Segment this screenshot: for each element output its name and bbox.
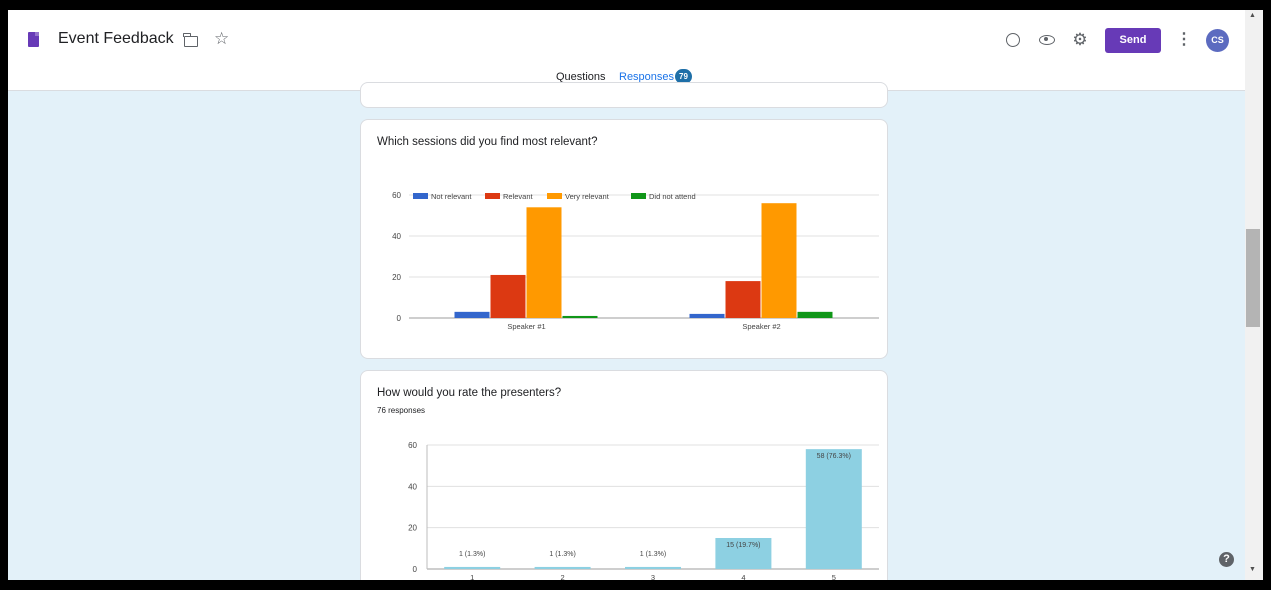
legend-swatch	[547, 193, 562, 199]
bar	[689, 313, 725, 318]
y-tick-label: 0	[397, 314, 402, 323]
scrollbar-thumb[interactable]	[1246, 229, 1260, 327]
question-card-rating: How would you rate the presenters? 76 re…	[360, 370, 888, 580]
sessions-chart: 0 20 40 60 Speaker #1 Speaker #2 Not relevant R…	[392, 191, 879, 331]
y-tick-label: 20	[408, 524, 417, 533]
data-label: 15 (19.7%)	[726, 542, 760, 549]
folder-icon[interactable]	[183, 33, 198, 47]
x-tick-label: Speaker #2	[742, 322, 780, 331]
responses-count: 76 responses	[377, 406, 426, 415]
x-tick-label: 5	[832, 573, 836, 580]
legend-label: Very relevant	[565, 192, 610, 201]
scroll-down-arrow-icon[interactable]: ▼	[1249, 566, 1256, 573]
bar	[526, 207, 562, 318]
forms-doc-icon[interactable]	[28, 32, 39, 47]
bar	[454, 311, 490, 318]
x-tick-label: Speaker #1	[507, 322, 545, 331]
rating-chart: 0 20 40 60 1 (1.3%) 1 1 (1.3%) 2 1 (1.3%) 3 15 (19…	[408, 441, 879, 580]
bar	[490, 274, 526, 318]
legend-swatch	[413, 193, 428, 199]
y-tick-label: 60	[408, 441, 417, 450]
star-icon[interactable]: ☆	[214, 30, 229, 47]
y-tick-label: 0	[413, 565, 418, 574]
bar	[444, 566, 501, 569]
data-label: 1 (1.3%)	[549, 551, 575, 558]
y-tick-label: 20	[392, 273, 401, 282]
app-window: Event Feedback ☆ ⚙ Send ⋮ CS Questions R…	[8, 10, 1263, 580]
bar	[562, 315, 598, 318]
y-tick-label: 40	[392, 232, 401, 241]
x-tick-label: 4	[741, 573, 745, 580]
bar	[761, 203, 797, 318]
bar	[534, 566, 591, 569]
y-tick-label: 40	[408, 482, 417, 491]
scroll-up-arrow-icon[interactable]: ▲	[1249, 12, 1256, 19]
x-tick-label: 1	[470, 573, 474, 580]
previous-question-card	[360, 82, 888, 108]
data-label: 1 (1.3%)	[459, 551, 485, 558]
legend-swatch	[631, 193, 646, 199]
palette-icon[interactable]	[1003, 30, 1023, 50]
form-header: Event Feedback ☆ ⚙ Send ⋮ CS Questions R…	[8, 10, 1245, 91]
data-label: 1 (1.3%)	[640, 551, 666, 558]
x-tick-label: 3	[651, 573, 655, 580]
bar	[625, 566, 681, 569]
eye-icon[interactable]	[1037, 30, 1057, 50]
legend-label: Relevant	[503, 192, 534, 201]
more-vert-icon[interactable]: ⋮	[1174, 30, 1194, 50]
y-tick-label: 60	[392, 191, 401, 200]
help-icon[interactable]: ?	[1219, 552, 1234, 567]
legend-label: Did not attend	[649, 192, 696, 201]
question-title: How would you rate the presenters?	[377, 387, 562, 399]
question-card-sessions: Which sessions did you find most relevan…	[360, 119, 888, 359]
form-title[interactable]: Event Feedback	[58, 30, 174, 48]
data-label: 58 (76.3%)	[817, 453, 851, 460]
send-button[interactable]: Send	[1105, 28, 1161, 53]
avatar[interactable]: CS	[1206, 29, 1229, 52]
legend-swatch	[485, 193, 500, 199]
bar	[725, 281, 761, 318]
legend-label: Not relevant	[431, 192, 472, 201]
question-title: Which sessions did you find most relevan…	[377, 136, 598, 148]
bar	[805, 449, 862, 569]
bar	[797, 311, 833, 318]
x-tick-label: 2	[561, 573, 565, 580]
gear-icon[interactable]: ⚙	[1070, 30, 1090, 50]
